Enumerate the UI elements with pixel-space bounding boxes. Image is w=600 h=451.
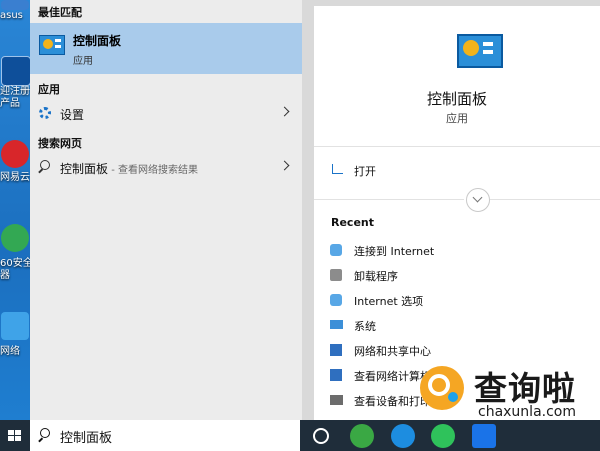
open-label: 打开 (354, 165, 376, 178)
recent-item-label: 网络和共享中心 (354, 345, 431, 358)
recent-item-label: 卸载程序 (354, 270, 398, 283)
best-match-header: 最佳匹配 (38, 6, 82, 19)
sogou-taskbar-icon[interactable] (391, 424, 415, 448)
chevron-right-icon[interactable] (279, 106, 290, 117)
recent-item-label: 连接到 Internet (354, 245, 435, 258)
web-header: 搜索网页 (38, 137, 82, 150)
best-match-subtitle: 应用 (73, 56, 93, 67)
search-icon-handle (38, 437, 43, 443)
desktop-icon-network[interactable]: 网络 (0, 312, 30, 358)
programs-icon (330, 269, 342, 281)
result-label: 设置 (60, 108, 85, 122)
system-monitor-icon (330, 320, 343, 329)
recent-item[interactable]: 卸载程序 (330, 267, 590, 287)
chevron-down-icon (472, 192, 483, 203)
desktop-icon-asus-register[interactable]: 迎注册 产品 (0, 56, 30, 110)
detail-title: 控制面板 (426, 90, 487, 108)
web-result-query: 控制面板 (60, 162, 109, 176)
taskbar-search-box[interactable]: 控制面板 (30, 420, 300, 451)
detail-subtitle: 应用 (446, 112, 468, 125)
network-icon (1, 312, 29, 340)
360-browser-taskbar-icon[interactable] (350, 424, 374, 448)
desktop-icon-asus[interactable]: asus (0, 0, 30, 22)
recent-item[interactable]: 网络和共享中心 (330, 342, 590, 362)
desktop-icon-netease-music[interactable]: 网易云 (0, 140, 30, 184)
recent-item[interactable]: 连接到 Internet (330, 242, 590, 262)
recent-item[interactable]: Internet 选项 (330, 292, 590, 312)
open-action[interactable]: 打开 (330, 158, 570, 182)
wechat-taskbar-icon[interactable] (431, 424, 455, 448)
recent-item-label: Internet 选项 (354, 295, 424, 308)
asus-logo-icon (1, 56, 30, 86)
start-button[interactable] (0, 420, 30, 451)
details-card: 控制面板 应用 打开 Recent 连接到 Internet 卸载程序 Inte… (314, 6, 600, 420)
watermark-url: chaxunla.com (478, 404, 576, 420)
netease-music-icon (1, 140, 29, 168)
watermark: 查询啦 chaxunla.com (418, 360, 594, 422)
divider (490, 199, 600, 200)
gear-icon (39, 107, 51, 119)
expand-button[interactable] (466, 188, 490, 212)
search-icon-handle (38, 168, 43, 174)
windows-logo-icon (8, 430, 22, 442)
recent-item-label: 系统 (354, 320, 376, 333)
network-sharing-icon (330, 344, 342, 356)
web-result-text: 控制面板 - 查看网络搜索结果 (60, 160, 198, 177)
wps-taskbar-icon[interactable] (472, 424, 496, 448)
best-match-title: 控制面板 (73, 34, 122, 48)
app-icon (1, 0, 29, 10)
web-result-item[interactable]: 控制面板 - 查看网络搜索结果 (30, 154, 302, 182)
details-panel: 控制面板 应用 打开 Recent 连接到 Internet 卸载程序 Inte… (302, 0, 600, 420)
cortana-icon[interactable] (313, 428, 329, 444)
watermark-text: 查询啦 (474, 369, 576, 408)
control-panel-large-icon (457, 34, 503, 68)
search-input[interactable]: 控制面板 (60, 427, 112, 446)
network-computers-icon (330, 369, 342, 381)
best-match-item[interactable]: 控制面板 应用 (30, 23, 302, 74)
divider (314, 199, 464, 200)
internet-globe-icon (330, 244, 342, 256)
desktop-icon-360-browser[interactable]: 60安全 器 (0, 224, 30, 282)
divider (314, 146, 600, 147)
control-panel-icon (39, 35, 65, 55)
recent-header: Recent (331, 216, 375, 229)
chevron-right-icon[interactable] (279, 160, 290, 171)
recent-item[interactable]: 系统 (330, 317, 590, 337)
printer-icon (330, 395, 343, 405)
apps-header: 应用 (38, 83, 60, 96)
internet-options-icon (330, 294, 342, 306)
result-item-settings[interactable]: 设置 (30, 100, 302, 128)
360-browser-icon (1, 224, 29, 252)
search-results-panel: 最佳匹配 控制面板 应用 应用 设置 搜索网页 控制面板 - 查看网络搜索结果 (30, 0, 302, 420)
web-result-suffix: - 查看网络搜索结果 (108, 165, 198, 176)
desktop: asus 迎注册 产品 网易云 60安全 器 网络 (0, 0, 30, 420)
open-icon (332, 164, 343, 174)
watermark-logo-icon (420, 366, 464, 410)
